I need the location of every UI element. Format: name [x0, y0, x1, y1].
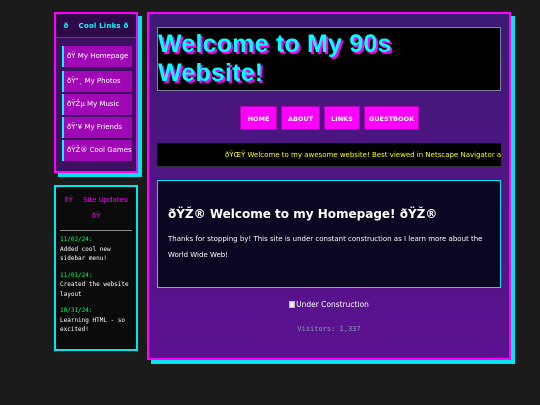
- sidebar-link-label: ðŸ‘¥ My Friends: [67, 123, 123, 131]
- scrolling-marquee: ðŸŒŸ Welcome to my awesome website! Best…: [157, 143, 501, 167]
- sidebar-link-label: ðŸ“¸ My Photos: [67, 77, 121, 85]
- update-entry: 11/01/24: Created the website layout: [56, 271, 136, 300]
- cool-links-title-left-glyph: ð: [63, 22, 69, 30]
- under-construction-image: Under Construction: [149, 300, 509, 309]
- welcome-text: Thanks for stopping by! This site is und…: [168, 235, 483, 259]
- under-construction-alt-text: Under Construction: [296, 300, 369, 309]
- cool-links-header: ð Cool Links ð: [56, 14, 136, 38]
- site-updates-divider: [60, 230, 132, 231]
- update-text: Learning HTML - so excited!: [60, 316, 126, 334]
- main-content-panel: Welcome to My 90s Website! HOME ABOUT LI…: [147, 12, 511, 360]
- update-text: Added cool new sidebar menu!: [60, 245, 111, 263]
- update-text: Created the website layout: [60, 281, 129, 298]
- sidebar-link-homepage[interactable]: ðŸ My Homepage: [62, 46, 132, 67]
- sidebar-link-label: ðŸŽ® Cool Games: [67, 146, 132, 154]
- cool-links-panel: ð Cool Links ð ðŸ My Homepage ðŸ“¸ My Pho…: [54, 12, 138, 173]
- broken-image-icon: [289, 301, 296, 308]
- site-updates-header: ðŸ Site Updates ðŸ: [56, 187, 136, 230]
- site-header: Welcome to My 90s Website!: [157, 27, 501, 91]
- site-updates-title-right-glyph: ðŸ: [91, 212, 101, 220]
- update-entry: 10/31/24: Learning HTML - so excited!: [56, 306, 136, 335]
- welcome-heading: ðŸŽ® Welcome to my Homepage! ðŸŽ®: [168, 207, 438, 221]
- update-date: 10/31/24:: [60, 307, 93, 314]
- update-date: 11/02/24:: [60, 236, 93, 243]
- cool-links-title: Cool Links: [78, 22, 121, 30]
- main-nav: HOME ABOUT LINKS GUESTBOOK: [149, 106, 509, 130]
- visitor-counter: Visitors: 1,337: [297, 325, 361, 333]
- site-updates-panel: ðŸ Site Updates ðŸ 11/02/24: Added cool n…: [54, 185, 138, 351]
- sidebar-link-label: ðŸŽµ My Music: [67, 100, 120, 108]
- sidebar-link-photos[interactable]: ðŸ“¸ My Photos: [62, 71, 132, 92]
- sidebar-link-friends[interactable]: ðŸ‘¥ My Friends: [62, 117, 132, 138]
- nav-links-button[interactable]: LINKS: [324, 106, 360, 130]
- sidebar-link-games[interactable]: ðŸŽ® Cool Games: [62, 140, 132, 161]
- site-title: Welcome to My 90s Website!: [158, 30, 392, 87]
- site-updates-title-left-glyph: ðŸ: [64, 196, 73, 204]
- nav-home-button[interactable]: HOME: [240, 106, 277, 130]
- cool-links-title-right-glyph: ð: [123, 22, 129, 30]
- site-updates-title: Site Updates: [82, 196, 128, 204]
- nav-about-button[interactable]: ABOUT: [281, 106, 320, 130]
- sidebar-link-music[interactable]: ðŸŽµ My Music: [62, 94, 132, 115]
- update-date: 11/01/24:: [60, 271, 93, 279]
- nav-guestbook-button[interactable]: GUESTBOOK: [364, 106, 419, 130]
- marquee-text: ðŸŒŸ Welcome to my awesome website! Best…: [225, 151, 501, 159]
- update-entry: 11/02/24: Added cool new sidebar menu!: [56, 235, 136, 264]
- welcome-content-box: ðŸŽ® Welcome to my Homepage! ðŸŽ® Thanks…: [157, 180, 501, 288]
- sidebar-link-label: ðŸ My Homepage: [67, 52, 129, 60]
